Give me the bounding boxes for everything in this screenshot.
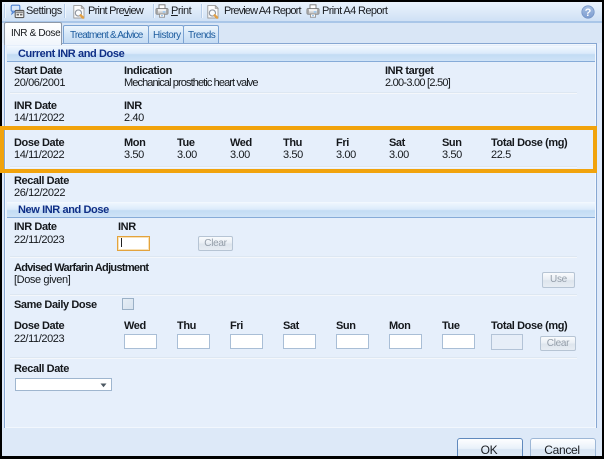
svg-text:?: ?	[585, 7, 592, 19]
